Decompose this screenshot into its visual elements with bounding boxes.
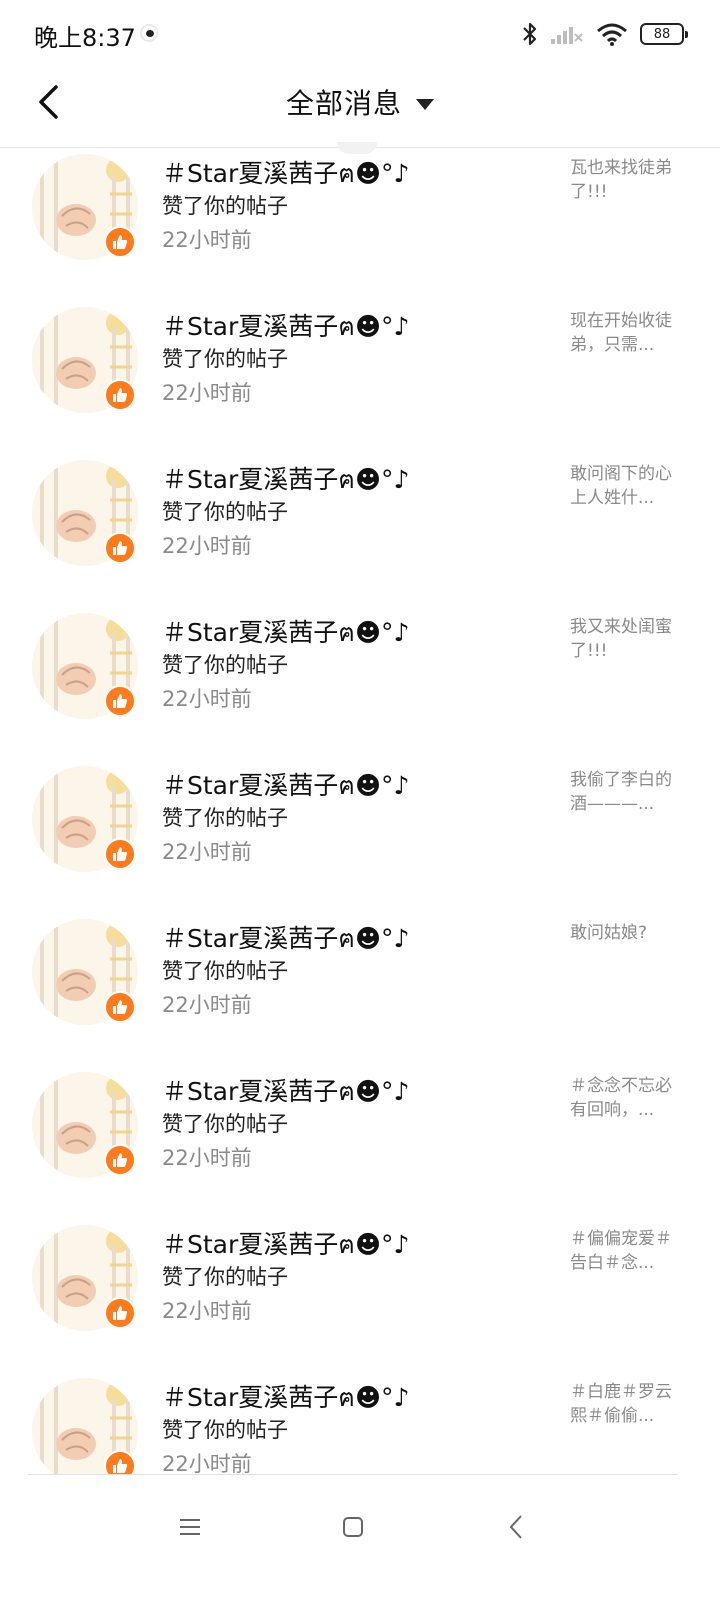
username[interactable]: ＃Star夏溪茜子ฅ☻°♪ xyxy=(162,307,410,347)
thumbs-up-icon xyxy=(104,1297,136,1329)
notification-action: 赞了你的帖子 xyxy=(162,653,288,677)
notification-item[interactable]: ＃Star夏溪茜子ฅ☻°♪ 赞了你的帖子 22小时前 我偷了李白的酒———... xyxy=(0,760,720,913)
battery-level: 88 xyxy=(653,26,671,42)
timestamp: 22小时前 xyxy=(162,687,252,711)
timestamp: 22小时前 xyxy=(162,1299,252,1323)
page-title: 全部消息 xyxy=(285,87,402,120)
post-snippet[interactable]: 瓦也来找徒弟了!!! xyxy=(570,156,682,204)
nav-back-button[interactable] xyxy=(494,1505,538,1549)
username[interactable]: ＃Star夏溪茜子ฅ☻°♪ xyxy=(162,1072,410,1112)
notification-item[interactable]: ＃Star夏溪茜子ฅ☻°♪ 赞了你的帖子 22小时前 ＃偏偏宠爱＃告白＃念... xyxy=(0,1219,720,1372)
notification-app-icon xyxy=(140,24,158,42)
username[interactable]: ＃Star夏溪茜子ฅ☻°♪ xyxy=(162,766,410,806)
status-time: 晚上8:37 xyxy=(34,24,136,52)
post-snippet[interactable]: ＃念念不忘必有回响，... xyxy=(570,1074,682,1122)
notification-action: 赞了你的帖子 xyxy=(162,1265,288,1289)
signal-icon xyxy=(550,23,584,45)
thumbs-up-icon xyxy=(104,226,136,258)
timestamp: 22小时前 xyxy=(162,534,252,558)
nav-back-icon xyxy=(509,1515,522,1539)
battery-icon: 88 xyxy=(640,23,688,45)
notification-item[interactable]: ＃Star夏溪茜子ฅ☻°♪ 赞了你的帖子 22小时前 敢问姑娘? xyxy=(0,913,720,1066)
timestamp: 22小时前 xyxy=(162,840,252,864)
thumbs-up-icon xyxy=(104,379,136,411)
notification-action: 赞了你的帖子 xyxy=(162,1112,288,1136)
header: 全部消息 xyxy=(0,68,720,148)
post-snippet[interactable]: 我又来处闺蜜了!!! xyxy=(570,615,682,663)
notification-item[interactable]: ＃Star夏溪茜子ฅ☻°♪ 赞了你的帖子 22小时前 ＃白鹿＃罗云熙＃偷偷... xyxy=(0,1372,720,1474)
notification-item[interactable]: ＃Star夏溪茜子ฅ☻°♪ 赞了你的帖子 22小时前 ＃念念不忘必有回响，... xyxy=(0,1066,720,1219)
username[interactable]: ＃Star夏溪茜子ฅ☻°♪ xyxy=(162,1378,410,1418)
username[interactable]: ＃Star夏溪茜子ฅ☻°♪ xyxy=(162,1225,410,1265)
wifi-icon xyxy=(596,22,628,46)
thumbs-up-icon xyxy=(104,991,136,1023)
post-snippet[interactable]: 现在开始收徒弟，只需... xyxy=(570,309,682,357)
system-nav-bar xyxy=(0,1475,720,1600)
menu-button[interactable] xyxy=(168,1505,212,1549)
bluetooth-icon xyxy=(522,21,538,47)
notification-item[interactable]: ＃Star夏溪茜子ฅ☻°♪ 赞了你的帖子 22小时前 敢问阁下的心上人姓什... xyxy=(0,454,720,607)
notification-action: 赞了你的帖子 xyxy=(162,959,288,983)
timestamp: 22小时前 xyxy=(162,993,252,1017)
notification-action: 赞了你的帖子 xyxy=(162,347,288,371)
notification-action: 赞了你的帖子 xyxy=(162,1418,288,1442)
thumbs-up-icon xyxy=(104,1450,136,1474)
post-snippet[interactable]: ＃白鹿＃罗云熙＃偷偷... xyxy=(570,1380,682,1428)
home-square-icon xyxy=(343,1517,363,1537)
thumbs-up-icon xyxy=(104,1144,136,1176)
thumbs-up-icon xyxy=(104,532,136,564)
username[interactable]: ＃Star夏溪茜子ฅ☻°♪ xyxy=(162,919,410,959)
notification-item[interactable]: ＃Star夏溪茜子ฅ☻°♪ 赞了你的帖子 22小时前 现在开始收徒弟，只需... xyxy=(0,301,720,454)
post-snippet[interactable]: 我偷了李白的酒———... xyxy=(570,768,682,816)
post-snippet[interactable]: ＃偏偏宠爱＃告白＃念... xyxy=(570,1227,682,1275)
notification-list[interactable]: ＃Star夏溪茜子ฅ☻°♪ 赞了你的帖子 22小时前 瓦也来找徒弟了!!! ＃Star夏… xyxy=(0,148,720,1474)
post-snippet[interactable]: 敢问姑娘? xyxy=(570,921,682,945)
timestamp: 22小时前 xyxy=(162,1452,252,1474)
caret-down-icon xyxy=(416,98,434,110)
notification-action: 赞了你的帖子 xyxy=(162,500,288,524)
notification-action: 赞了你的帖子 xyxy=(162,806,288,830)
timestamp: 22小时前 xyxy=(162,228,252,252)
status-icons: 88 xyxy=(522,18,688,50)
username[interactable]: ＃Star夏溪茜子ฅ☻°♪ xyxy=(162,154,410,194)
home-button[interactable] xyxy=(331,1505,375,1549)
thumbs-up-icon xyxy=(104,838,136,870)
status-bar: 晚上8:37 88 xyxy=(0,0,720,68)
timestamp: 22小时前 xyxy=(162,381,252,405)
notification-item[interactable]: ＃Star夏溪茜子ฅ☻°♪ 赞了你的帖子 22小时前 我又来处闺蜜了!!! xyxy=(0,607,720,760)
menu-icon xyxy=(180,1519,200,1535)
thumbs-up-icon xyxy=(104,685,136,717)
notification-action: 赞了你的帖子 xyxy=(162,194,288,218)
timestamp: 22小时前 xyxy=(162,1146,252,1170)
notification-item[interactable]: ＃Star夏溪茜子ฅ☻°♪ 赞了你的帖子 22小时前 瓦也来找徒弟了!!! xyxy=(0,148,720,301)
message-filter-dropdown[interactable]: 全部消息 xyxy=(0,82,720,122)
post-snippet[interactable]: 敢问阁下的心上人姓什... xyxy=(570,462,682,510)
username[interactable]: ＃Star夏溪茜子ฅ☻°♪ xyxy=(162,613,410,653)
username[interactable]: ＃Star夏溪茜子ฅ☻°♪ xyxy=(162,460,410,500)
